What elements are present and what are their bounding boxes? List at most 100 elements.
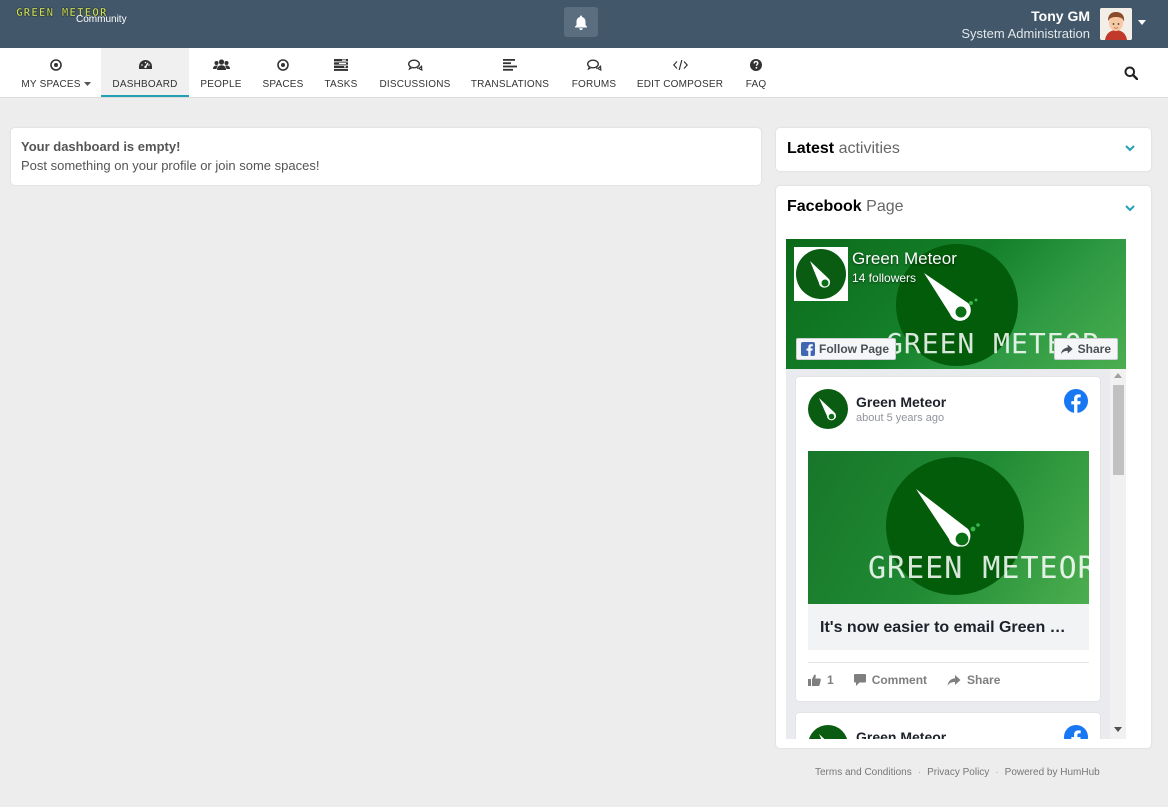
search-icon <box>1124 66 1139 81</box>
nav-label: DISCUSSIONS <box>379 79 451 90</box>
facebook-post[interactable]: Green Meteor <box>796 713 1100 739</box>
nav-label: PEOPLE <box>200 79 242 90</box>
latest-activities-panel: Latest activities <box>776 128 1151 171</box>
facebook-icon <box>801 342 815 356</box>
meteor-icon <box>924 273 978 321</box>
share-icon <box>947 674 961 686</box>
meteor-icon <box>810 261 831 288</box>
post-actions: 1 Comment Share <box>808 673 1020 687</box>
facebook-profile-picture[interactable] <box>794 247 848 301</box>
panel-title: Facebook Page <box>787 198 904 216</box>
chevron-down-icon <box>83 82 91 86</box>
panel-title-bold: Latest <box>787 140 835 157</box>
nav-item-faq[interactable]: FAQ <box>738 48 774 97</box>
post-headline[interactable]: It's now easier to email Green Meteor <box>808 604 1089 650</box>
scroll-up-arrow-icon[interactable] <box>1114 373 1122 378</box>
bell-icon <box>575 15 587 30</box>
panel-title: Latest activities <box>787 140 900 158</box>
nav-label: FAQ <box>745 79 767 90</box>
nav-item-spaces[interactable]: SPACES <box>258 48 308 97</box>
panel-title-rest: Page <box>866 198 904 215</box>
nav-item-discussions[interactable]: DISCUSSIONS <box>376 48 454 97</box>
image-logo-text: GREEN METEOR <box>868 551 1089 586</box>
facebook-page-name[interactable]: Green Meteor <box>852 249 957 269</box>
panel-title-rest: activities <box>838 140 900 157</box>
comment-icon <box>853 674 866 686</box>
nav-label: TRANSLATIONS <box>470 79 550 90</box>
comments-icon <box>407 59 422 71</box>
nav-label: EDIT COMPOSER <box>636 79 724 90</box>
dot-circle-icon <box>50 59 62 71</box>
dashboard-empty-text: Post something on your profile or join s… <box>21 158 320 173</box>
post-author[interactable]: Green Meteor <box>856 394 946 410</box>
thumbs-up-icon <box>808 674 821 686</box>
align-left-icon <box>503 59 517 71</box>
nav-label: SPACES <box>262 79 304 90</box>
meteor-icon <box>819 734 825 739</box>
panel-title-bold: Facebook <box>787 198 862 215</box>
chevron-down-icon[interactable] <box>1125 205 1135 212</box>
facebook-feed[interactable]: Green Meteor about 5 years ago GREEN MET… <box>786 369 1126 739</box>
share-icon <box>1061 344 1073 354</box>
facebook-icon[interactable] <box>1064 389 1088 413</box>
post-timestamp[interactable]: about 5 years ago <box>856 412 944 424</box>
tasks-icon <box>334 59 348 71</box>
powered-by-link[interactable]: Powered by HumHub <box>1005 767 1100 778</box>
nav-item-my-spaces[interactable]: MY SPACES <box>18 48 94 97</box>
terms-link[interactable]: Terms and Conditions <box>815 767 912 778</box>
share-page-label: Share <box>1077 342 1111 356</box>
user-name: Tony GM <box>1031 8 1090 24</box>
post-image[interactable]: GREEN METEOR <box>808 451 1089 604</box>
nav-label: TASKS <box>324 79 358 90</box>
comment-button[interactable]: Comment <box>853 673 928 687</box>
nav-item-translations[interactable]: TRANSLATIONS <box>468 48 552 97</box>
nav-item-people[interactable]: PEOPLE <box>196 48 246 97</box>
notifications-button[interactable] <box>564 7 598 37</box>
footer: Terms and Conditions · Privacy Policy · Powe… <box>815 767 1100 778</box>
like-count-button[interactable]: 1 <box>808 673 834 687</box>
privacy-link[interactable]: Privacy Policy <box>927 767 989 778</box>
nav-item-dashboard[interactable]: DASHBOARD <box>101 48 189 97</box>
top-bar: GREEN METEOR Community Tony GM System Ad… <box>0 0 1168 48</box>
dashboard-empty-card: Your dashboard is empty! Post something … <box>11 128 761 185</box>
dot-circle-icon <box>277 59 289 71</box>
facebook-cover[interactable]: GREEN METEOR Green Meteor 14 followers F… <box>786 239 1126 369</box>
tachometer-icon <box>138 60 152 69</box>
share-post-button[interactable]: Share <box>947 673 1000 687</box>
nav-item-forums[interactable]: FORUMS <box>566 48 622 97</box>
scroll-thumb[interactable] <box>1113 385 1124 475</box>
comment-label: Comment <box>871 673 928 687</box>
follow-page-button[interactable]: Follow Page <box>796 338 897 360</box>
follow-page-label: Follow Page <box>819 342 890 356</box>
brand-subtitle: Community <box>76 14 127 25</box>
question-circle-icon <box>750 59 762 71</box>
share-page-button[interactable]: Share <box>1054 338 1118 360</box>
facebook-page-panel: Facebook Page GREEN METEOR Green Meteor … <box>776 186 1151 748</box>
facebook-icon[interactable] <box>1064 725 1088 739</box>
avatar[interactable] <box>1100 8 1132 40</box>
search-button[interactable] <box>1124 66 1139 85</box>
share-label: Share <box>967 673 1001 687</box>
feed-scrollbar[interactable] <box>1110 369 1126 739</box>
post-author[interactable]: Green Meteor <box>856 729 946 739</box>
nav-label: MY SPACES <box>21 79 81 90</box>
divider <box>808 662 1089 663</box>
user-avatar-image <box>1100 8 1132 40</box>
user-menu[interactable]: Tony GM System Administration <box>961 8 1090 41</box>
post-author-avatar[interactable] <box>808 389 848 429</box>
dashboard-empty-title: Your dashboard is empty! <box>21 139 181 154</box>
facebook-followers: 14 followers <box>852 271 917 285</box>
facebook-post[interactable]: Green Meteor about 5 years ago GREEN MET… <box>796 377 1100 701</box>
like-count: 1 <box>827 673 834 687</box>
user-role: System Administration <box>961 26 1090 41</box>
nav-item-tasks[interactable]: TASKS <box>318 48 364 97</box>
comments-icon <box>586 59 601 71</box>
main-navigation: MY SPACES DASHBOARD PEOPLE SPACES TASKS … <box>0 48 1168 98</box>
code-icon <box>672 59 688 71</box>
nav-item-edit-composer[interactable]: EDIT COMPOSER <box>636 48 724 97</box>
scroll-down-arrow-icon[interactable] <box>1114 727 1122 732</box>
post-author-avatar[interactable] <box>808 725 848 739</box>
chevron-down-icon[interactable] <box>1125 145 1135 152</box>
user-menu-caret-icon[interactable] <box>1138 20 1146 25</box>
nav-label: DASHBOARD <box>112 79 178 90</box>
